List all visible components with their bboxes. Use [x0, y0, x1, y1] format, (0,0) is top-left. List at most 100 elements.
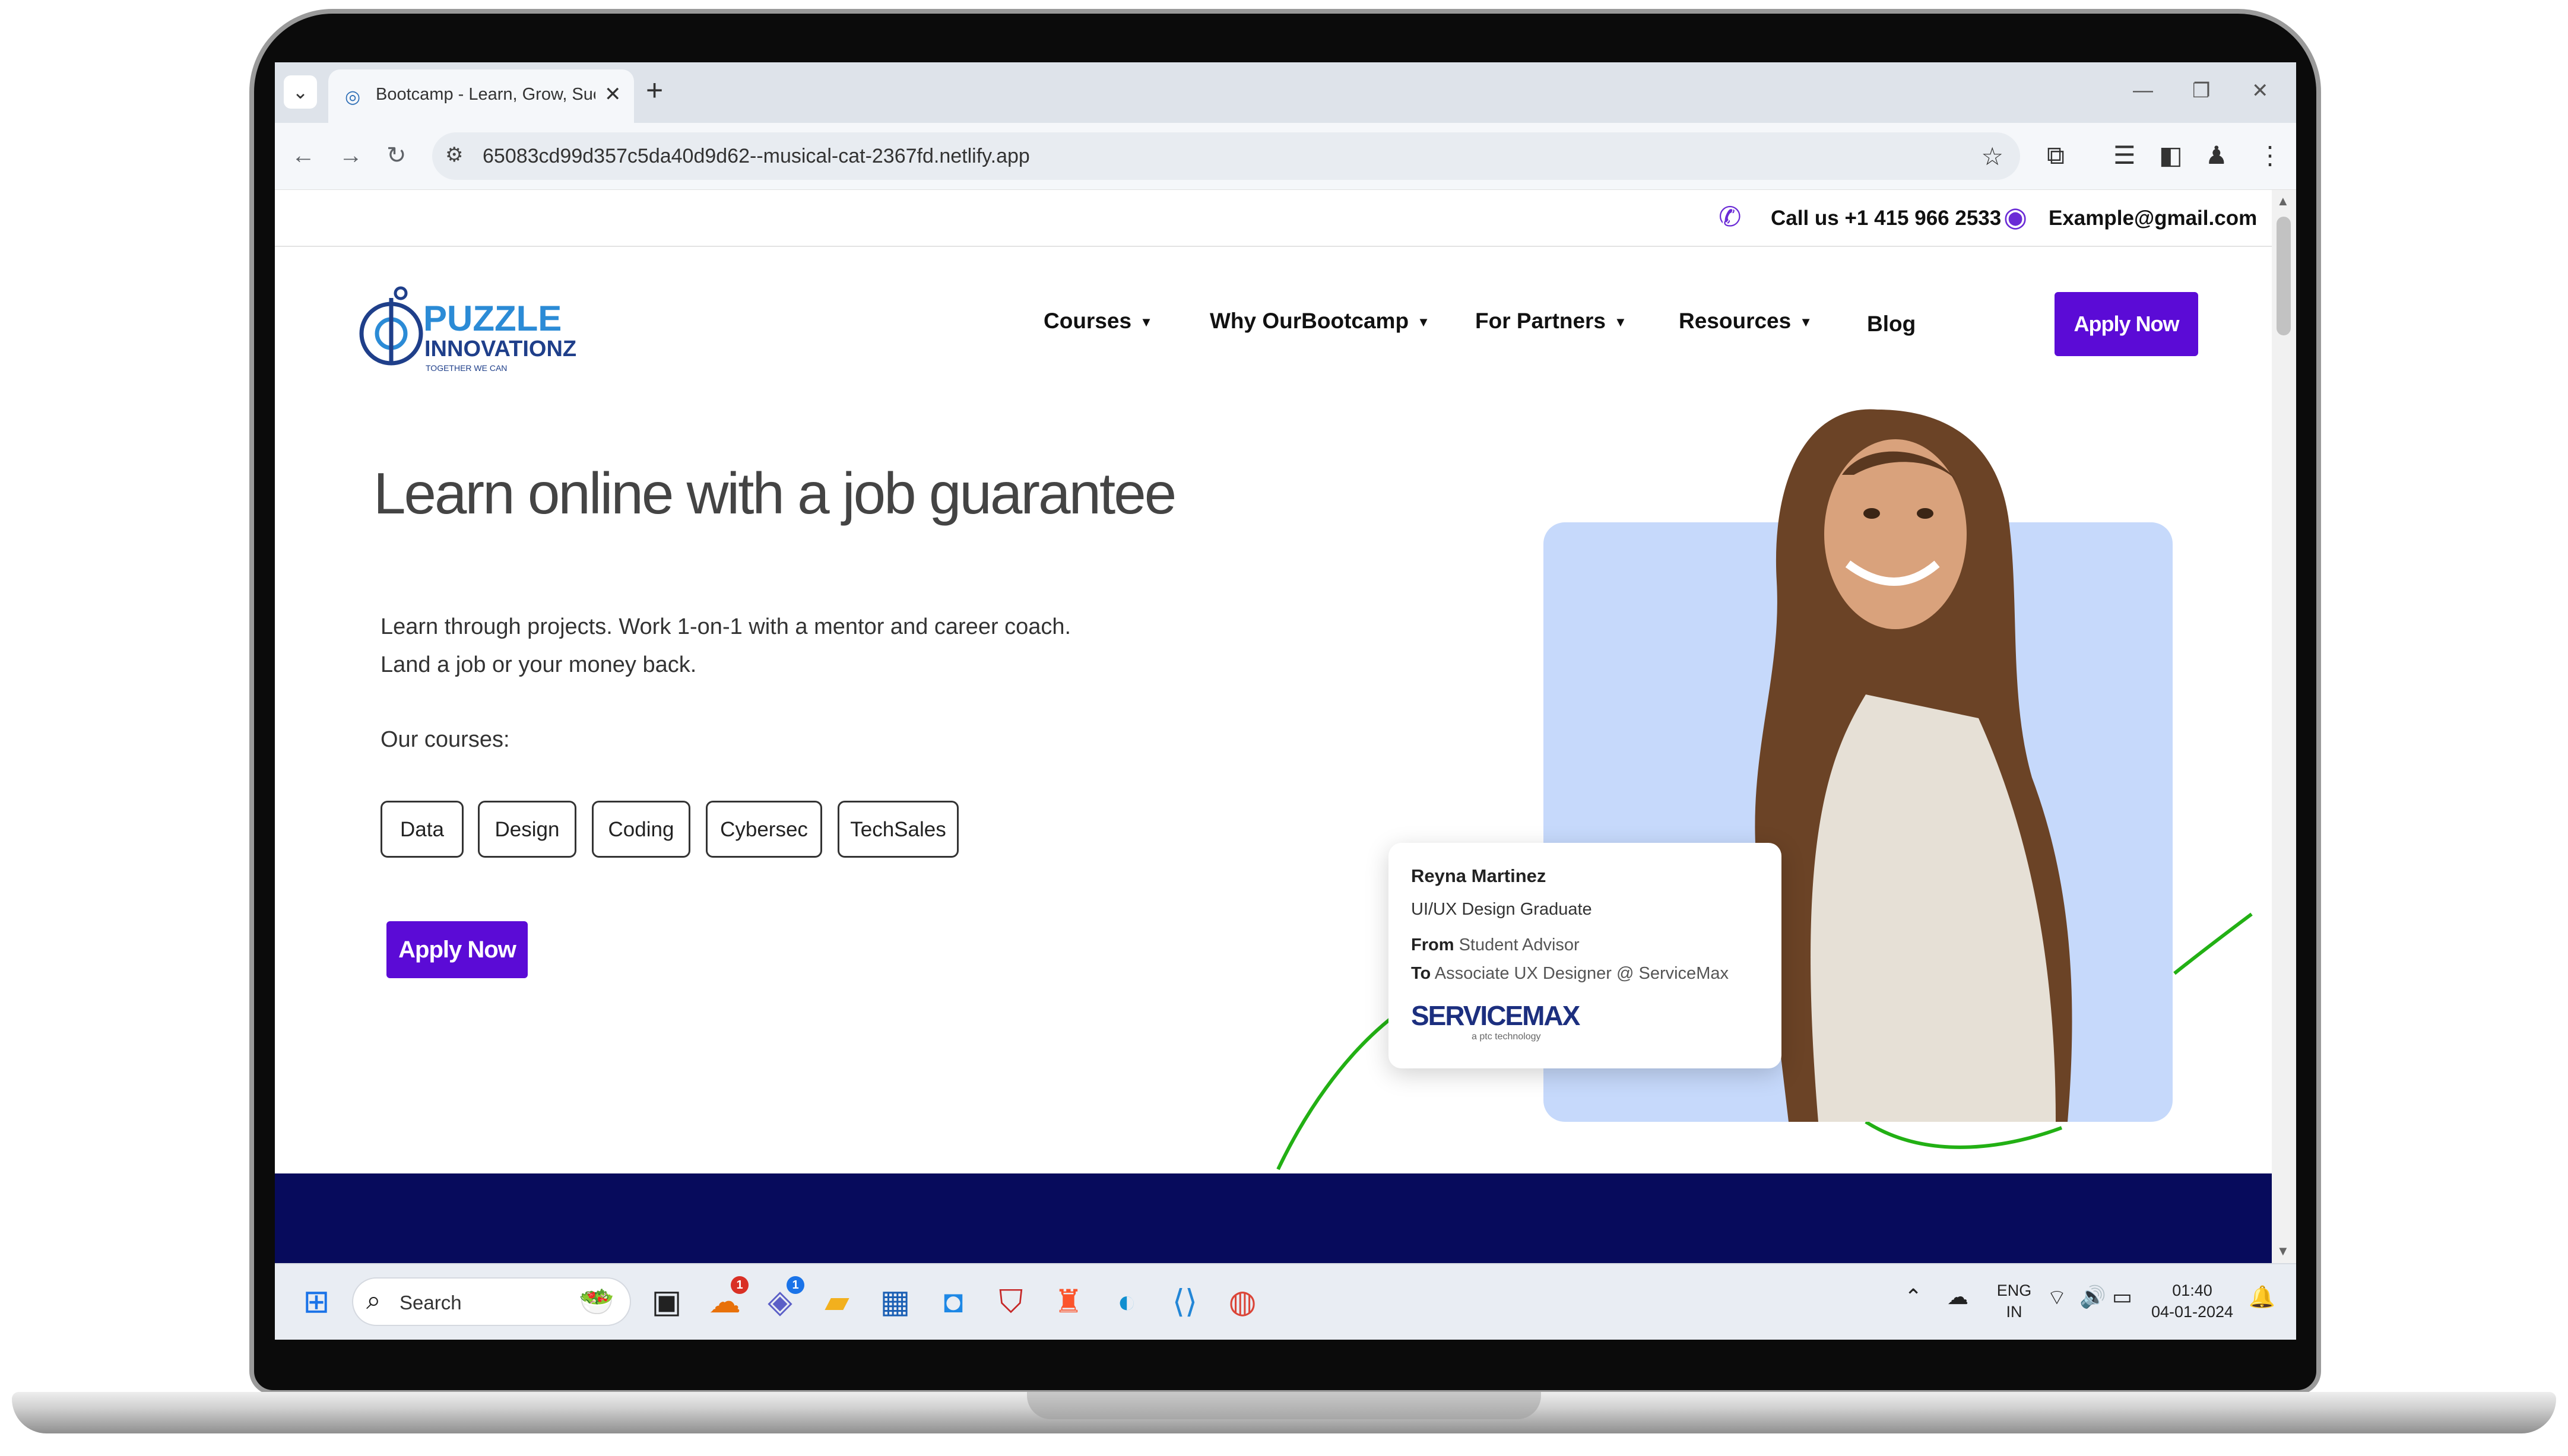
language-indicator[interactable]: ENG IN	[1993, 1280, 2035, 1322]
back-icon[interactable]: ←	[291, 141, 315, 170]
widgets-badge: 1	[731, 1276, 749, 1294]
course-chip-data[interactable]: Data	[381, 801, 464, 858]
tab-bootcamp[interactable]: ◎ Bootcamp - Learn, Grow, Succe ✕	[328, 69, 634, 123]
phone-icon: ✆	[1719, 201, 1742, 232]
edge-icon[interactable]: ◐	[1106, 1281, 1147, 1322]
user-circle-icon: ◉	[2003, 201, 2028, 232]
restore-icon[interactable]: ❐	[2192, 79, 2210, 103]
windows-taskbar: ⊞ ⌕ Search 🥗 ▣ ☁ 1 ◈ 1 ▰ ▦ ◘ ⛉ ♜ ◐ ⟨⟩ ◍ …	[275, 1263, 2296, 1340]
notifications-bell-icon[interactable]: 🔔	[2249, 1284, 2275, 1309]
taskbar-search-placeholder: Search	[400, 1292, 462, 1314]
tab-title: Bootcamp - Learn, Grow, Succe	[376, 85, 595, 104]
nav-why-ourbootcamp[interactable]: Why OurBootcamp ▼	[1210, 309, 1430, 334]
to-value: Associate UX Designer @ ServiceMax	[1434, 964, 1729, 983]
side-panel-icon[interactable]: ◧	[2159, 141, 2183, 170]
show-hidden-icons-chevron-icon[interactable]: ⌃	[1904, 1284, 1922, 1309]
language-line1: ENG	[1996, 1281, 2032, 1299]
hero-subtitle-line2: Land a job or your money back.	[381, 652, 697, 677]
course-chip-coding[interactable]: Coding	[592, 801, 690, 858]
site-favicon-icon: ◎	[345, 87, 361, 107]
clock-time: 01:40	[2172, 1281, 2212, 1299]
to-label: To	[1411, 964, 1431, 983]
brave-icon[interactable]: ♜	[1048, 1281, 1089, 1322]
nav-courses-label: Courses	[1044, 309, 1132, 333]
testimonial-role: UI/UX Design Graduate	[1411, 900, 1592, 919]
nav-resources-label: Resources	[1679, 309, 1792, 333]
bookmark-star-icon[interactable]: ☆	[1981, 142, 2003, 171]
reload-icon[interactable]: ↻	[386, 141, 407, 170]
language-line2: IN	[2006, 1303, 2022, 1321]
caret-down-icon: ▼	[1140, 315, 1153, 330]
forward-icon[interactable]: →	[339, 141, 363, 170]
from-label: From	[1411, 935, 1454, 954]
search-highlight-icon: 🥗	[579, 1286, 614, 1318]
svg-text:PUZZLE: PUZZLE	[423, 299, 562, 338]
taskbar-search[interactable]: ⌕ Search 🥗	[352, 1277, 631, 1326]
page-scrollbar[interactable]: ▲ ▼	[2272, 190, 2296, 1263]
caret-down-icon: ▼	[1799, 315, 1812, 330]
from-value: Student Advisor	[1459, 935, 1580, 954]
chrome-menu-icon[interactable]: ⋮	[2258, 141, 2282, 170]
testimonial-to: To Associate UX Designer @ ServiceMax	[1411, 964, 1729, 984]
store-icon[interactable]: ▦	[874, 1281, 916, 1322]
new-tab-button[interactable]: +	[646, 75, 663, 105]
profile-avatar-icon[interactable]: ♟	[2205, 141, 2228, 170]
servicemax-logo: SERVICEMAX	[1411, 1000, 1580, 1031]
battery-icon[interactable]: ▭	[2112, 1284, 2132, 1309]
svg-text:TOGETHER WE CAN: TOGETHER WE CAN	[426, 363, 507, 373]
caret-down-icon: ▼	[1417, 315, 1430, 330]
screen: ⌄ ◎ Bootcamp - Learn, Grow, Succe ✕ + — …	[275, 62, 2296, 1340]
nav-why-label: Why OurBootcamp	[1210, 309, 1409, 333]
webpage: ✆ Call us +1 415 966 2533 ◉ Example@gmai…	[275, 190, 2272, 1263]
onedrive-icon[interactable]: ☁	[1947, 1284, 1968, 1309]
app-icon[interactable]: ◘	[933, 1281, 974, 1322]
volume-icon[interactable]: 🔊	[2079, 1284, 2106, 1309]
nav-blog[interactable]: Blog	[1867, 312, 1916, 337]
email-text[interactable]: Example@gmail.com	[2049, 207, 2257, 230]
mcafee-icon[interactable]: ⛉	[990, 1281, 1032, 1322]
hero-subtitle-line1: Learn through projects. Work 1-on-1 with…	[381, 614, 1071, 639]
task-view-icon[interactable]: ▣	[646, 1281, 687, 1322]
apply-now-header-button[interactable]: Apply Now	[2055, 292, 2198, 356]
scroll-thumb[interactable]	[2277, 217, 2291, 335]
nav-blog-label: Blog	[1867, 312, 1916, 336]
navy-section-band	[275, 1173, 2272, 1263]
windows-start-icon[interactable]: ⊞	[296, 1281, 337, 1322]
apply-now-hero-button[interactable]: Apply Now	[386, 921, 528, 978]
scroll-down-icon[interactable]: ▼	[2277, 1244, 2290, 1259]
nav-for-partners[interactable]: For Partners ▼	[1475, 309, 1627, 334]
nav-courses[interactable]: Courses ▼	[1044, 309, 1153, 334]
phone-text[interactable]: Call us +1 415 966 2533	[1771, 207, 2001, 230]
course-chip-design[interactable]: Design	[478, 801, 576, 858]
minimize-icon[interactable]: —	[2133, 79, 2153, 102]
file-explorer-icon[interactable]: ▰	[816, 1281, 858, 1322]
wifi-icon[interactable]: ⌔	[2047, 1284, 2067, 1311]
course-chip-cybersec[interactable]: Cybersec	[706, 801, 822, 858]
vscode-icon[interactable]: ⟨⟩	[1164, 1281, 1206, 1322]
hero-title: Learn online with a job guarantee	[373, 461, 1177, 526]
scroll-up-icon[interactable]: ▲	[2277, 194, 2290, 209]
teams-badge: 1	[787, 1276, 804, 1294]
url-text: 65083cd99d357c5da40d9d62--musical-cat-23…	[483, 145, 1030, 167]
search-icon: ⌕	[366, 1286, 381, 1315]
close-tab-icon[interactable]: ✕	[604, 83, 622, 106]
chrome-icon[interactable]: ◍	[1222, 1281, 1263, 1322]
course-chip-techsales[interactable]: TechSales	[838, 801, 959, 858]
nav-resources[interactable]: Resources ▼	[1679, 309, 1812, 334]
extensions-icon[interactable]: ⧉	[2047, 141, 2065, 170]
tab-strip: ⌄ ◎ Bootcamp - Learn, Grow, Succe ✕ + — …	[275, 62, 2296, 123]
servicemax-tagline: a ptc technology	[1472, 1032, 1541, 1042]
reading-list-icon[interactable]: ☰	[2113, 141, 2136, 170]
caret-down-icon: ▼	[1614, 315, 1627, 330]
clock[interactable]: 01:40 04-01-2024	[2151, 1280, 2234, 1322]
testimonial-card: Reyna Martinez UI/UX Design Graduate Fro…	[1388, 843, 1781, 1068]
puzzle-innovationz-logo[interactable]: PUZZLE INNOVATIONZ TOGETHER WE CAN	[357, 280, 582, 384]
courses-label: Our courses:	[381, 727, 510, 752]
testimonial-name: Reyna Martinez	[1411, 865, 1546, 886]
svg-text:INNOVATIONZ: INNOVATIONZ	[424, 337, 576, 361]
close-window-icon[interactable]: ✕	[2252, 79, 2269, 103]
tab-search-dropdown[interactable]: ⌄	[284, 75, 317, 109]
site-info-icon[interactable]: ⚙	[445, 143, 463, 167]
nav-partners-label: For Partners	[1475, 309, 1606, 333]
omnibox[interactable]: ⚙ 65083cd99d357c5da40d9d62--musical-cat-…	[432, 132, 2020, 180]
